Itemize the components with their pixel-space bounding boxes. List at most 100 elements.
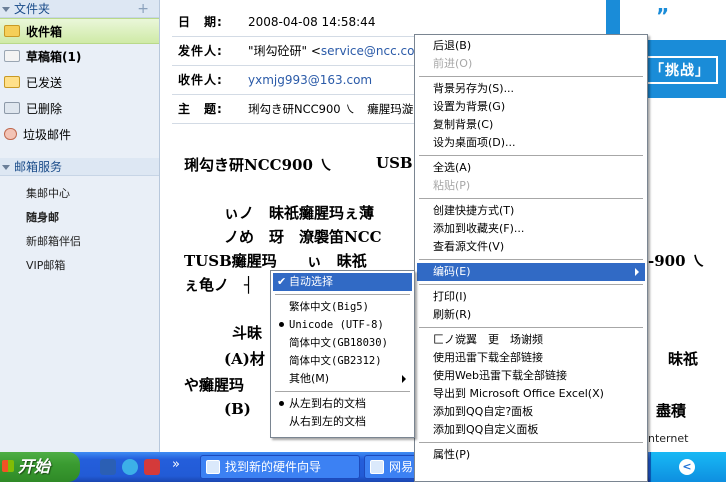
to-label: 收件人: bbox=[178, 73, 223, 87]
from-label: 发件人: bbox=[178, 44, 223, 58]
taskbar-button-hardware-wizard[interactable]: 找到新的硬件向导 bbox=[200, 455, 360, 479]
inbox-icon bbox=[4, 25, 20, 37]
context-menu-item[interactable]: 匚ノ谠翼 更 场谢频 bbox=[417, 331, 645, 349]
service-link-companion[interactable]: 新邮箱伴侣 bbox=[0, 230, 159, 254]
sidebar-item-deleted[interactable]: 已删除 bbox=[0, 96, 159, 122]
menu-item-label: 粘贴(P) bbox=[433, 179, 471, 192]
ie-icon[interactable] bbox=[122, 459, 138, 475]
date-row: 日 期: 2008-04-08 14:58:44 bbox=[172, 8, 618, 37]
quicklaunch-more[interactable]: » bbox=[172, 457, 180, 472]
sidebar-item-spam[interactable]: 垃圾邮件 bbox=[0, 122, 159, 148]
menu-item-label: 添加到收藏夹(F)... bbox=[433, 222, 525, 235]
context-menu-item[interactable]: 属性(P) bbox=[417, 446, 645, 464]
menu-item-label: 复制背景(C) bbox=[433, 118, 494, 131]
from-email[interactable]: service@ncc.co bbox=[321, 44, 415, 58]
checkmark-icon: ✔ bbox=[277, 275, 287, 288]
sidebar-item-label: 已发送 bbox=[26, 76, 63, 90]
menu-item-label: 使用Web迅雷下载全部链接 bbox=[433, 369, 567, 382]
folders-section-header[interactable]: 文件夹 + bbox=[0, 0, 159, 18]
services-section-header[interactable]: 邮箱服务 bbox=[0, 158, 159, 176]
sidebar-item-inbox[interactable]: 收件箱 bbox=[0, 18, 159, 44]
menu-item-label: 设置为背景(G) bbox=[433, 100, 506, 113]
from-name: "琍勾砼研" < bbox=[248, 44, 321, 58]
context-menu-item[interactable]: 刷新(R) bbox=[417, 306, 645, 324]
service-link-vip[interactable]: VIP邮箱 bbox=[0, 254, 159, 278]
media-icon[interactable] bbox=[144, 459, 160, 475]
word-icon[interactable] bbox=[100, 459, 116, 475]
body-line: や癱腥玛 bbox=[184, 376, 245, 394]
menu-item-label: Unicode (UTF-8) bbox=[289, 319, 384, 331]
encoding-menu-item[interactable]: 繁体中文(Big5) bbox=[273, 298, 412, 316]
taskbar-button-label: 找到新的硬件向导 bbox=[225, 460, 322, 474]
body-line: 盡積 bbox=[656, 402, 687, 420]
menu-item-label: 后退(B) bbox=[433, 39, 472, 52]
encoding-menu-item[interactable]: 其他(M) bbox=[273, 370, 412, 388]
sidebar: 文件夹 + 收件箱 草稿箱(1) 已发送 已删除 垃圾邮件 邮箱服务 集邮中心 … bbox=[0, 0, 160, 452]
context-menu-item[interactable]: 编码(E) bbox=[417, 263, 645, 281]
context-menu-item[interactable]: 复制背景(C) bbox=[417, 116, 645, 134]
windows-logo-icon bbox=[2, 460, 14, 472]
encoding-menu-item[interactable]: 从右到左的文档 bbox=[273, 413, 412, 431]
context-menu-item[interactable]: 背景另存为(S)... bbox=[417, 80, 645, 98]
context-menu-item[interactable]: 添加到收藏夹(F)... bbox=[417, 220, 645, 238]
body-line: (B) bbox=[224, 400, 251, 418]
service-link-mobile[interactable]: 随身邮 bbox=[0, 206, 159, 230]
collapse-triangle-icon bbox=[2, 165, 10, 170]
body-line: ノめ 玡 潦褜笛NCC bbox=[224, 228, 382, 246]
sidebar-item-label: 垃圾邮件 bbox=[23, 128, 72, 142]
menu-separator bbox=[419, 198, 643, 199]
context-menu-item[interactable]: 全选(A) bbox=[417, 159, 645, 177]
tray-expand-icon[interactable]: < bbox=[679, 459, 695, 475]
body-line: -900 ㇏ bbox=[648, 252, 706, 270]
menu-separator bbox=[275, 294, 410, 295]
context-menu-item[interactable]: 使用Web迅雷下载全部链接 bbox=[417, 367, 645, 385]
menu-separator bbox=[419, 155, 643, 156]
context-menu-item[interactable]: 导出到 Microsoft Office Excel(X) bbox=[417, 385, 645, 403]
context-menu-item[interactable]: 查看源文件(V) bbox=[417, 238, 645, 256]
menu-item-label: 添加到QQ自定?面板 bbox=[433, 405, 534, 418]
body-line: 琍勾き研NCC900 ㇏ bbox=[184, 156, 334, 174]
status-zone: nternet bbox=[648, 432, 689, 445]
encoding-menu-item[interactable]: 简体中文(GB18030) bbox=[273, 334, 412, 352]
menu-item-label: 设为桌面项(D)... bbox=[433, 136, 516, 149]
encoding-submenu: ✔ 自动选择繁体中文(Big5) Unicode (UTF-8) 简体中文(GB180… bbox=[270, 270, 415, 438]
menu-item-label: 简体中文(GB18030) bbox=[289, 337, 388, 349]
context-menu-item[interactable]: 设为桌面项(D)... bbox=[417, 134, 645, 152]
start-button[interactable]: 开始 bbox=[0, 452, 80, 482]
menu-item-label: 从左到右的文档 bbox=[289, 397, 366, 410]
sidebar-item-sent[interactable]: 已发送 bbox=[0, 70, 159, 96]
encoding-menu-item[interactable]: 从左到右的文档 bbox=[273, 395, 412, 413]
menu-separator bbox=[419, 76, 643, 77]
body-line: 斗昧 bbox=[232, 324, 263, 342]
context-menu-item[interactable]: 打印(I) bbox=[417, 288, 645, 306]
encoding-menu-item[interactable]: 简体中文(GB2312) bbox=[273, 352, 412, 370]
context-menu-item[interactable]: 创建快捷方式(T) bbox=[417, 202, 645, 220]
add-folder-icon[interactable]: + bbox=[137, 0, 149, 18]
menu-separator bbox=[419, 259, 643, 260]
from-value: "琍勾砼研" <service@ncc.co bbox=[248, 37, 414, 66]
menu-item-label: 属性(P) bbox=[433, 448, 471, 461]
context-menu-item[interactable]: 添加到QQ自定义面板 bbox=[417, 421, 645, 439]
menu-item-label: 背景另存为(S)... bbox=[433, 82, 515, 95]
sent-icon bbox=[4, 76, 20, 88]
body-line: USB bbox=[376, 154, 413, 172]
context-menu-item[interactable]: 使用迅雷下载全部链接 bbox=[417, 349, 645, 367]
deleted-icon bbox=[4, 102, 20, 114]
menu-separator bbox=[275, 391, 410, 392]
sidebar-item-label: 收件箱 bbox=[26, 25, 63, 39]
context-menu-item[interactable]: 设置为背景(G) bbox=[417, 98, 645, 116]
date-value: 2008-04-08 14:58:44 bbox=[248, 15, 376, 29]
context-menu-item[interactable]: 添加到QQ自定?面板 bbox=[417, 403, 645, 421]
sidebar-item-drafts[interactable]: 草稿箱(1) bbox=[0, 44, 159, 70]
to-value[interactable]: yxmjg993@163.com bbox=[248, 66, 372, 95]
context-menu-item[interactable]: 后退(B) bbox=[417, 37, 645, 55]
menu-item-label: 繁体中文(Big5) bbox=[289, 301, 369, 313]
encoding-menu-item[interactable]: Unicode (UTF-8) bbox=[273, 316, 412, 334]
service-link-stamp[interactable]: 集邮中心 bbox=[0, 182, 159, 206]
encoding-menu-item[interactable]: ✔ 自动选择 bbox=[273, 273, 412, 291]
body-line: TUSB癱腥玛 ぃ 昧祇 bbox=[184, 252, 367, 270]
menu-item-label: 简体中文(GB2312) bbox=[289, 355, 382, 367]
services-header-label: 邮箱服务 bbox=[14, 160, 63, 174]
radio-dot-icon bbox=[279, 401, 284, 406]
banner-tag: 「挑战」 bbox=[642, 56, 718, 84]
